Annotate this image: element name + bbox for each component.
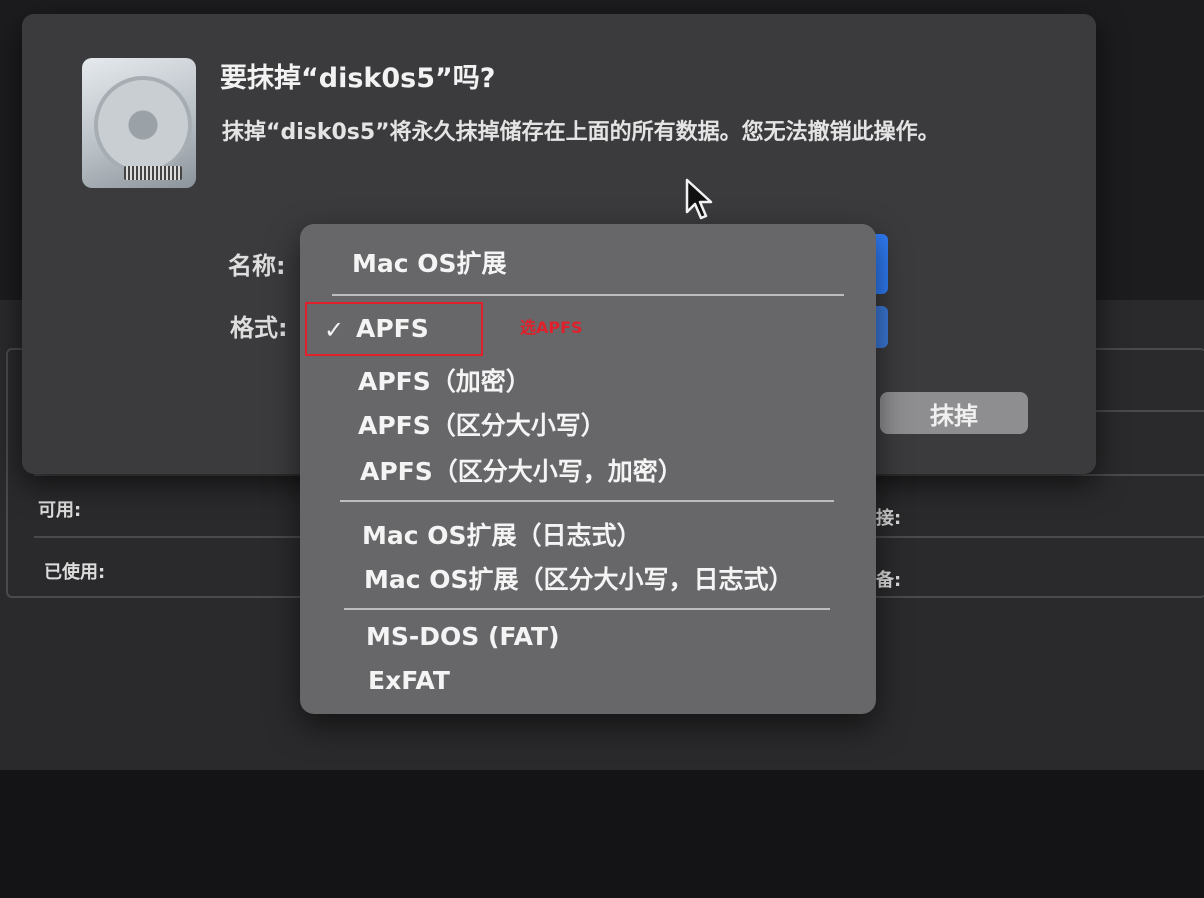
annotation-highlight-box [305, 302, 483, 356]
menu-item-mac-os-extended-journaled[interactable]: Mac OS扩展（日志式） [362, 516, 642, 552]
name-label: 名称: [228, 252, 286, 280]
disk-barcode [124, 166, 182, 180]
dialog-title: 要抹掉“disk0s5”吗? [220, 63, 496, 94]
menu-item-ms-dos-fat[interactable]: MS-DOS (FAT) [366, 622, 560, 651]
annotation-text: 选APFS [520, 318, 583, 337]
hard-disk-icon [82, 58, 196, 188]
mouse-cursor-icon [685, 178, 713, 220]
menu-separator [344, 608, 830, 610]
menu-item-apfs-encrypted[interactable]: APFS（加密） [358, 362, 531, 398]
menu-item-mac-os-extended[interactable]: Mac OS扩展 [352, 244, 507, 280]
menu-separator [340, 500, 834, 502]
menu-item-exfat[interactable]: ExFAT [368, 666, 450, 695]
disk-platter [94, 76, 192, 174]
erase-button[interactable]: 抹掉 [880, 392, 1028, 434]
menu-item-apfs-case-sensitive-encrypted[interactable]: APFS（区分大小写，加密） [360, 452, 683, 488]
format-label: 格式: [230, 314, 288, 342]
menu-separator [332, 294, 844, 296]
info-label-used: 已使用: [44, 562, 106, 583]
dialog-message: 抹掉“disk0s5”将永久抹掉储存在上面的所有数据。您无法撤销此操作。 [222, 120, 940, 145]
menu-item-mac-os-extended-case-sensitive-journaled[interactable]: Mac OS扩展（区分大小写，日志式） [364, 560, 794, 596]
menu-item-apfs-case-sensitive[interactable]: APFS（区分大小写） [358, 406, 606, 442]
background-desktop [0, 770, 1204, 898]
info-label-available: 可用: [38, 500, 82, 521]
